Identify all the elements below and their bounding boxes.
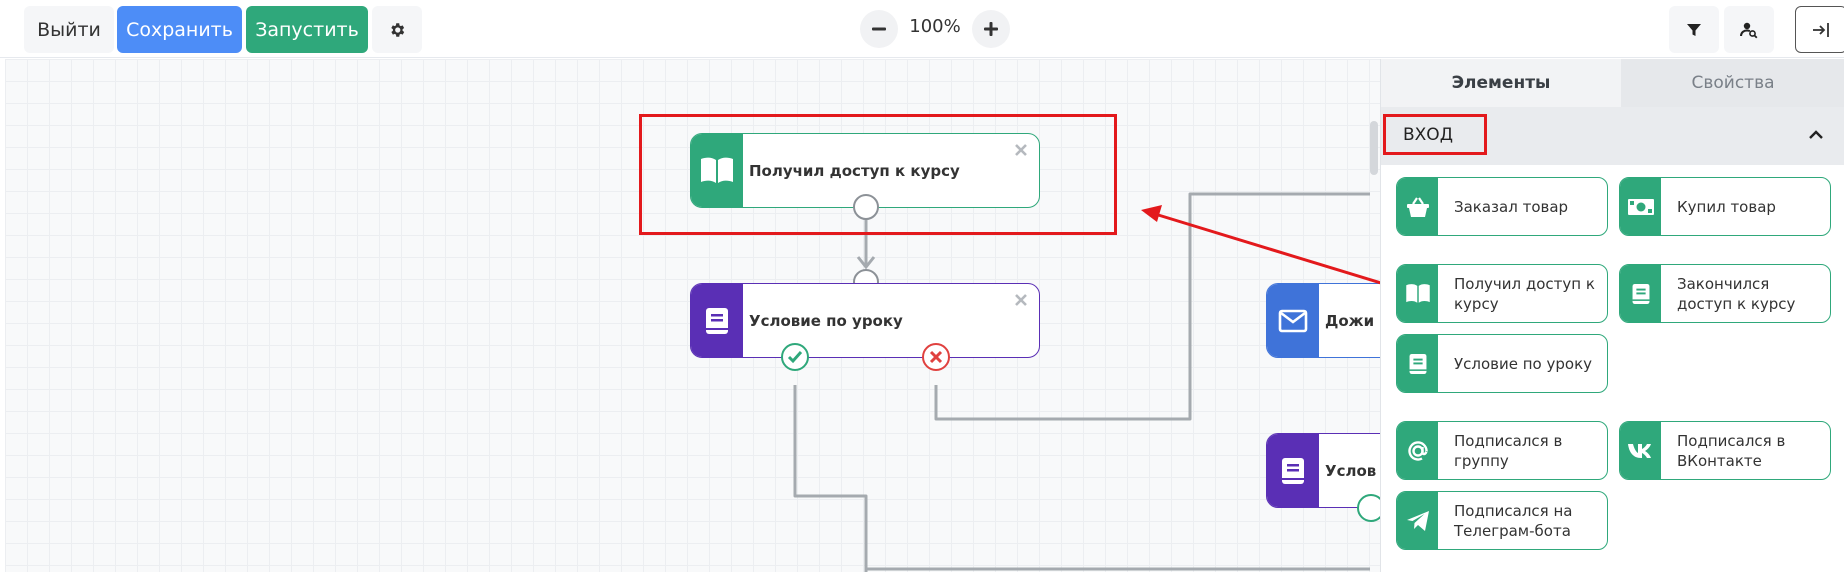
element-card-label: Закончился доступ к курсу [1677, 274, 1796, 313]
run-button[interactable]: Запустить [246, 6, 368, 53]
tab-properties[interactable]: Свойства [1621, 59, 1844, 107]
exit-button[interactable]: Выйти [24, 6, 114, 53]
vertical-scrollbar[interactable] [1370, 121, 1378, 175]
filter-button[interactable] [1669, 6, 1719, 53]
basket-icon [1406, 196, 1429, 217]
user-search-button[interactable] [1724, 6, 1774, 53]
workflow-canvas[interactable]: Получил доступ к курсу Условие по уроку [5, 59, 1380, 572]
element-card-bought-product[interactable]: Купил товар [1619, 177, 1831, 236]
section-header-entry[interactable]: ВХОД [1381, 107, 1844, 165]
settings-button[interactable] [372, 6, 422, 53]
open-book-icon [1405, 283, 1430, 303]
element-card-lesson-condition[interactable]: Условие по уроку [1396, 334, 1608, 393]
element-card-label: Получил доступ к курсу [1454, 274, 1595, 313]
element-card-subscribed-vk[interactable]: Подписался в ВКонтакте [1619, 421, 1831, 480]
element-card-label: Подписался на Телеграм-бота [1454, 501, 1573, 540]
element-card-ordered-product[interactable]: Заказал товар [1396, 177, 1608, 236]
red-arrow [1141, 205, 1380, 285]
elements-sidebar: Элементы Свойства ВХОД Заказал товар Куп… [1380, 59, 1844, 572]
tab-elements[interactable]: Элементы [1381, 59, 1621, 107]
element-card-label: Условие по уроку [1454, 354, 1593, 373]
toolbar: Выйти Сохранить Запустить 100% [0, 0, 1844, 58]
book-icon [1632, 283, 1649, 304]
element-card-label: Купил товар [1677, 197, 1776, 216]
zoom-out-button[interactable] [860, 10, 898, 48]
arrow-to-right-icon [1813, 22, 1829, 37]
plus-icon [984, 22, 998, 36]
highlight-box [1383, 114, 1487, 155]
save-button[interactable]: Сохранить [117, 6, 242, 53]
element-card-subscribed-telegram[interactable]: Подписался на Телеграм-бота [1396, 491, 1608, 550]
at-icon [1407, 440, 1428, 461]
money-icon [1627, 198, 1654, 215]
filter-icon [1687, 23, 1701, 36]
element-card-label: Подписался в группу [1454, 431, 1563, 470]
zoom-level: 100% [909, 16, 961, 37]
element-card-course-access-ended[interactable]: Закончился доступ к курсу [1619, 264, 1831, 323]
element-card-label: Подписался в ВКонтакте [1677, 431, 1786, 470]
chevron-up-icon[interactable] [1806, 125, 1826, 145]
zoom-in-button[interactable] [972, 10, 1010, 48]
user-search-icon [1740, 22, 1758, 38]
book-icon [1409, 353, 1426, 374]
vk-icon [1627, 443, 1651, 458]
telegram-icon [1406, 510, 1429, 531]
element-card-label: Заказал товар [1454, 197, 1569, 216]
gear-icon [391, 22, 405, 37]
collapse-panel-button[interactable] [1795, 6, 1844, 53]
element-card-course-access[interactable]: Получил доступ к курсу [1396, 264, 1608, 323]
element-card-subscribed-group[interactable]: Подписался в группу [1396, 421, 1608, 480]
workflow-editor: Выйти Сохранить Запустить 100% Получил д… [0, 0, 1844, 572]
minus-icon [872, 27, 886, 31]
